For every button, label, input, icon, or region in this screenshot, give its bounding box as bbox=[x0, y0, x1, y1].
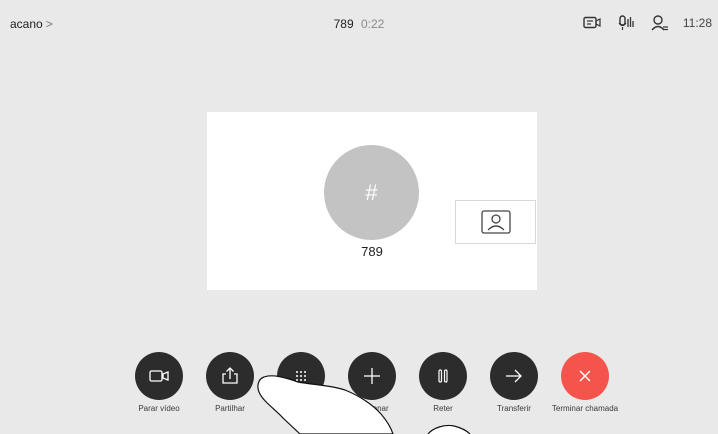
end-call-control[interactable]: Terminar chamada bbox=[545, 352, 625, 414]
share-button[interactable] bbox=[206, 352, 254, 400]
hold-label: Reter bbox=[433, 404, 453, 413]
call-controls: Parar vídeo Partilhar Adicionar Reter Tr… bbox=[0, 352, 718, 434]
end-call-label: Terminar chamada bbox=[551, 404, 619, 413]
stop-video-control[interactable]: Parar vídeo bbox=[119, 352, 199, 414]
transfer-label: Transferir bbox=[497, 404, 531, 413]
person-frame-icon bbox=[480, 210, 511, 234]
clock: 11:28 bbox=[682, 16, 712, 30]
participant-icon[interactable] bbox=[647, 13, 673, 33]
top-bar: acano > 789 0:22 11:28 bbox=[0, 0, 718, 48]
selfview-toggle[interactable] bbox=[455, 200, 536, 244]
hold-button[interactable] bbox=[419, 352, 467, 400]
transfer-control[interactable]: Transferir bbox=[474, 352, 554, 414]
screen-share-icon[interactable] bbox=[579, 13, 605, 33]
hold-control[interactable]: Reter bbox=[403, 352, 483, 414]
arrow-right-icon bbox=[506, 369, 522, 383]
close-icon bbox=[579, 370, 591, 382]
add-button[interactable] bbox=[348, 352, 396, 400]
status-area: 11:28 bbox=[571, 13, 712, 33]
plus-icon bbox=[364, 368, 380, 384]
transfer-button[interactable] bbox=[490, 352, 538, 400]
keypad-button[interactable] bbox=[277, 352, 325, 400]
call-duration: 0:22 bbox=[361, 17, 385, 31]
keypad-icon bbox=[296, 371, 306, 381]
video-camera-icon bbox=[149, 370, 169, 382]
share-control[interactable]: Partilhar bbox=[190, 352, 270, 414]
avatar-symbol: # bbox=[365, 179, 378, 205]
stop-video-button[interactable] bbox=[135, 352, 183, 400]
avatar: # bbox=[324, 145, 419, 240]
add-control[interactable]: Adicionar bbox=[332, 352, 412, 414]
end-call-button[interactable] bbox=[561, 352, 609, 400]
call-number: 789 bbox=[333, 17, 354, 31]
participant-name: 789 bbox=[361, 244, 383, 259]
call-screen: acano > 789 0:22 11:28 # 789 Parar vídeo… bbox=[0, 0, 718, 434]
share-label: Partilhar bbox=[215, 404, 245, 413]
add-label: Adicionar bbox=[355, 404, 389, 413]
share-icon bbox=[222, 367, 238, 384]
pause-icon bbox=[438, 369, 448, 383]
keypad-control[interactable] bbox=[261, 352, 341, 404]
mic-level-icon[interactable] bbox=[613, 13, 639, 33]
stop-video-label: Parar vídeo bbox=[138, 404, 180, 413]
